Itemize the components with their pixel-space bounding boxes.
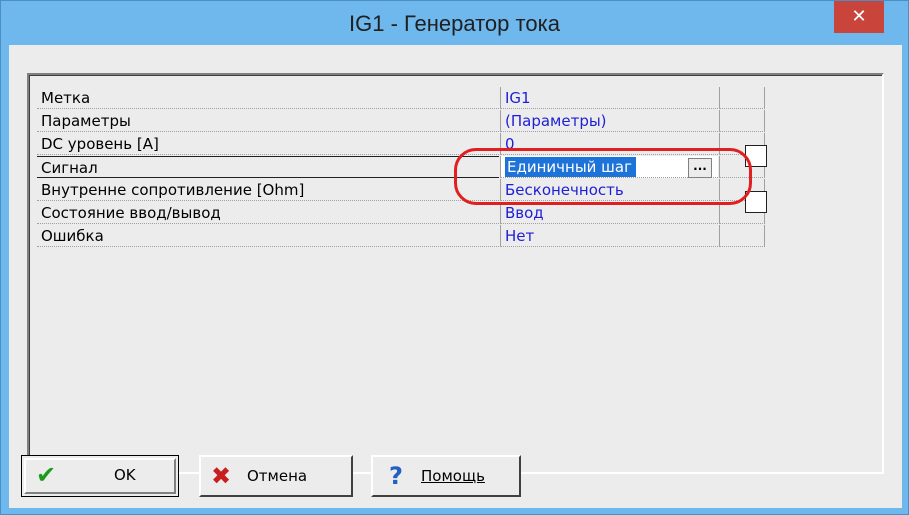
property-value[interactable]: Нет bbox=[500, 225, 718, 247]
help-button[interactable]: ? Помощь bbox=[371, 455, 521, 497]
property-row-error[interactable]: Ошибка Нет bbox=[37, 225, 797, 248]
property-grid: Метка IG1 Параметры (Параметры) DC урове… bbox=[27, 73, 884, 474]
x-icon: ✖ bbox=[211, 462, 232, 490]
property-row-parameters[interactable]: Параметры (Параметры) bbox=[37, 110, 797, 133]
help-button-label: Помощь bbox=[421, 467, 485, 485]
question-mark-icon: ? bbox=[389, 462, 403, 490]
cancel-button[interactable]: ✖ Отмена bbox=[199, 455, 353, 497]
property-name: Состояние ввод/вывод bbox=[37, 202, 499, 224]
dialog-window: IG1 - Генератор тока ✕ Метка IG1 Парамет… bbox=[0, 0, 909, 515]
property-row-label[interactable]: Метка IG1 bbox=[37, 87, 797, 110]
dialog-client-area: Метка IG1 Параметры (Параметры) DC урове… bbox=[9, 45, 902, 508]
property-value[interactable]: IG1 bbox=[500, 87, 718, 109]
property-name: DC уровень [A] bbox=[37, 133, 499, 155]
window-title: IG1 - Генератор тока bbox=[349, 11, 560, 36]
highlight-annotation bbox=[454, 148, 752, 205]
title-bar[interactable]: IG1 - Генератор тока ✕ bbox=[1, 1, 908, 45]
property-name: Внутренне сопротивление [Ohm] bbox=[37, 179, 499, 201]
close-icon: ✕ bbox=[851, 6, 867, 26]
close-button[interactable]: ✕ bbox=[834, 1, 884, 33]
cancel-button-label: Отмена bbox=[247, 467, 308, 485]
checkmark-icon: ✔ bbox=[36, 461, 57, 489]
property-value[interactable]: (Параметры) bbox=[500, 110, 718, 132]
ok-button-label: OK bbox=[114, 466, 136, 484]
property-name: Метка bbox=[37, 87, 499, 109]
property-name: Ошибка bbox=[37, 225, 499, 247]
property-value[interactable]: Ввод bbox=[500, 202, 718, 224]
property-name: Параметры bbox=[37, 110, 499, 132]
ok-button[interactable]: ✔ OK bbox=[21, 455, 179, 497]
property-row-io-state[interactable]: Состояние ввод/вывод Ввод bbox=[37, 202, 797, 225]
property-name: Сигнал bbox=[37, 156, 499, 178]
